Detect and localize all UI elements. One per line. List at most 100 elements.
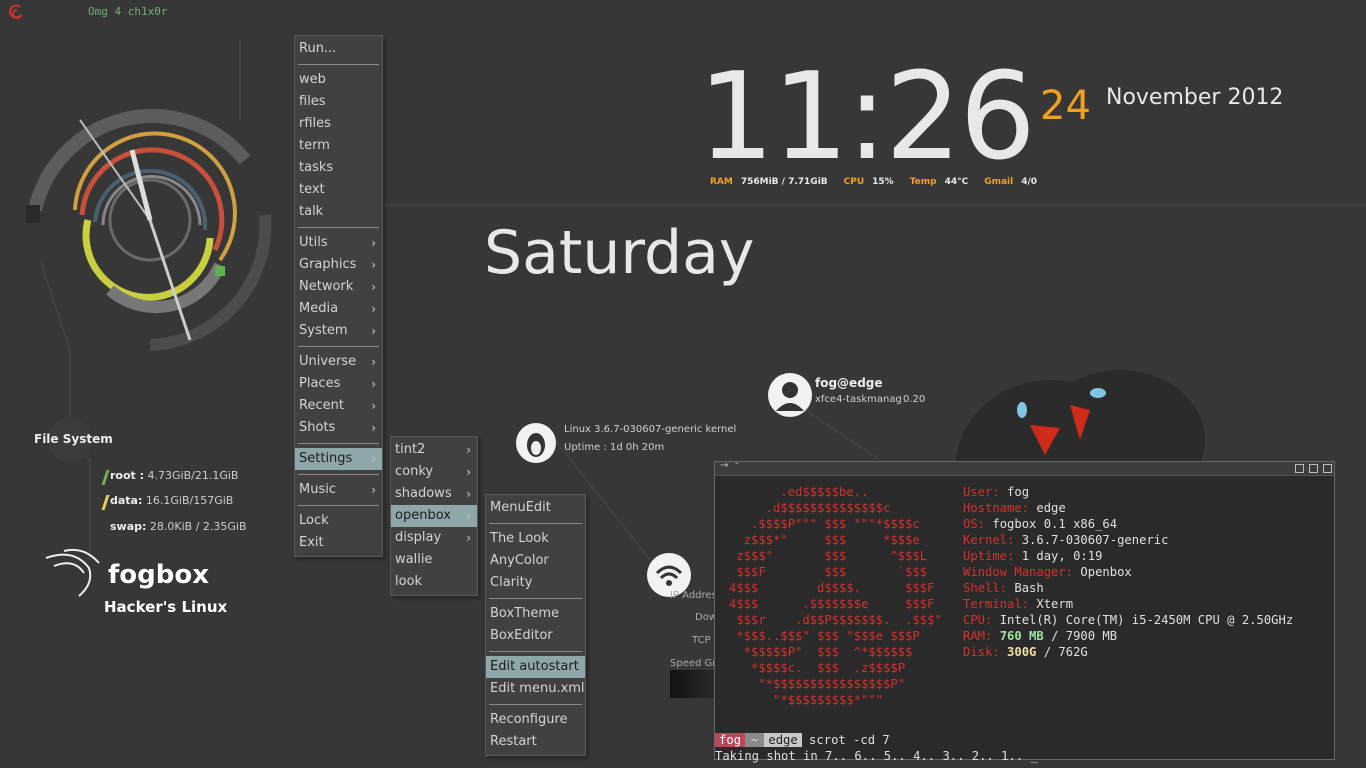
sysinfo-line: Window Manager: Openbox [963,564,1132,580]
sysinfo-key: Hostname: [963,501,1030,515]
root-menu-item-system[interactable]: System [295,320,382,342]
sysinfo-value: fog [999,485,1030,499]
top-process: xfce4-taskmanag [815,394,902,405]
openbox-menu-item-restart[interactable]: Restart [486,731,585,753]
openbox-menu-item-menuedit[interactable]: MenuEdit [486,497,585,519]
terminal-minimize-hint-icon[interactable]: - [735,458,739,469]
clock-day: 24 [1040,83,1091,129]
weekday: Saturday [484,218,755,288]
terminal-command: scrot -cd 7 [801,733,890,747]
sysinfo-value: Openbox [1073,565,1132,579]
openbox-menu-item-edit-menu-xml[interactable]: Edit menu.xml [486,678,585,700]
fs-row-data: data: 16.1GiB/157GiB [101,494,233,510]
stat-temp-label: Temp [909,177,937,187]
root-menu-item-term[interactable]: term [295,135,382,157]
sysinfo-value-highlight: 300G [1007,645,1037,659]
stat-gmail-label: Gmail [984,177,1014,187]
sysinfo-value-rest: / 762G [1036,645,1088,659]
root-menu-item-lock[interactable]: Lock [295,510,382,532]
load-average: 0.20 [903,394,926,405]
iconify-icon[interactable] [1295,464,1304,473]
root-menu-item-exit[interactable]: Exit [295,532,382,554]
settings-menu-item-tint2[interactable]: tint2 [391,439,477,461]
sysinfo-line: OS: fogbox 0.1 x86_64 [963,516,1117,532]
ascii-logo-line: z$$$" $$$ ^$$$L [729,549,928,563]
settings-menu-item-display[interactable]: display [391,527,477,549]
terminal-output: Taking shot in 7.. 6.. 5.. 4.. 3.. 2.. 1… [715,749,1038,763]
root-menu: Run... web files rfiles term tasks text talk Uti… [294,35,383,557]
stat-cpu-value: 15% [872,177,894,187]
root-menu-item-run[interactable]: Run... [295,38,382,60]
terminal-menu-icon[interactable]: → [720,460,728,471]
root-menu-item-media[interactable]: Media [295,298,382,320]
root-menu-item-settings[interactable]: Settings [295,448,382,470]
sysinfo-key: Uptime: [963,549,1015,563]
root-menu-item-graphics[interactable]: Graphics [295,254,382,276]
menu-separator [489,598,582,599]
root-menu-item-shots[interactable]: Shots [295,417,382,439]
user-avatar-icon [768,373,812,417]
kernel-version: Linux 3.6.7-030607-generic kernel [564,424,737,435]
brand-tagline: Hacker's Linux [104,598,228,616]
root-menu-item-music[interactable]: Music [295,479,382,501]
root-menu-item-talk[interactable]: talk [295,201,382,223]
root-menu-item-utils[interactable]: Utils [295,232,382,254]
openbox-menu-item-edit-autostart[interactable]: Edit autostart [486,656,585,678]
sysinfo-value: edge [1029,501,1066,515]
openbox-menu-item-the-look[interactable]: The Look [486,528,585,550]
openbox-menu-item-anycolor[interactable]: AnyColor [486,550,585,572]
ascii-logo-line: .d$$$$$$$$$$$$$$c [729,501,891,515]
ring-gauge [26,109,272,351]
sysinfo-line: Disk: 300G / 762G [963,644,1088,660]
settings-menu-item-shadows[interactable]: shadows [391,483,477,505]
settings-menu-item-openbox[interactable]: openbox [391,505,477,527]
terminal-window[interactable]: → - .ed$$$$$be.. .d$$$$$$$$$$$$$$c .$$$$… [714,458,1335,763]
sysinfo-line: Kernel: 3.6.7-030607-generic [963,532,1168,548]
debian-swirl-icon[interactable] [8,3,26,21]
fs-swap-value: 28.0KiB / 2.35GiB [149,520,247,533]
sysinfo-line: Uptime: 1 day, 0:19 [963,548,1102,564]
menu-separator [489,651,582,652]
sysinfo-key: OS: [963,517,986,531]
ascii-logo-line: *$$$$c. $$$ .z$$$$P [729,661,906,675]
top-title: Omg 4 ch1x0r [88,5,168,18]
root-menu-item-web[interactable]: web [295,69,382,91]
openbox-menu-item-reconfigure[interactable]: Reconfigure [486,709,585,731]
fs-root-label: root : [110,469,145,482]
sysinfo-value: 3.6.7-030607-generic [1014,533,1169,547]
root-menu-item-network[interactable]: Network [295,276,382,298]
root-menu-item-tasks[interactable]: tasks [295,157,382,179]
filesystem-title: File System [34,432,113,446]
ascii-logo-line: 4$$$ .$$$$$$$e $$$F [729,597,935,611]
clock-month-year: November 2012 [1106,85,1284,110]
openbox-menu-item-boxeditor[interactable]: BoxEditor [486,625,585,647]
root-menu-item-recent[interactable]: Recent [295,395,382,417]
system-uptime: Uptime : 1d 0h 20m [564,442,665,453]
sysinfo-value-highlight: 760 MB [999,629,1044,643]
root-menu-item-files[interactable]: files [295,91,382,113]
settings-menu-item-look[interactable]: look [391,571,477,593]
sysinfo-line: Hostname: edge [963,500,1066,516]
openbox-menu-item-clarity[interactable]: Clarity [486,572,585,594]
maximize-icon[interactable] [1309,464,1318,473]
settings-menu-item-wallie[interactable]: wallie [391,549,477,571]
stat-ram-label: RAM [710,177,733,187]
ascii-logo-line: .ed$$$$$be.. [729,485,869,499]
stat-ram-value: 756MiB / 7.71GiB [740,177,828,187]
openbox-submenu: MenuEdit The Look AnyColor Clarity BoxTheme B… [485,494,586,756]
root-menu-item-text[interactable]: text [295,179,382,201]
sysinfo-value: Xterm [1029,597,1074,611]
stat-temp-value: 44°C [944,177,969,187]
ascii-logo-line: "*$$$$$$$$$$$$$$$$P" [729,677,906,691]
close-icon[interactable] [1323,464,1332,473]
sysinfo-key: Terminal: [963,597,1030,611]
openbox-menu-item-boxtheme[interactable]: BoxTheme [486,603,585,625]
fs-row-swap: swap: 28.0KiB / 2.35GiB [110,520,247,533]
root-menu-item-rfiles[interactable]: rfiles [295,113,382,135]
dragon-logo-icon [44,548,104,598]
settings-menu-item-conky[interactable]: conky [391,461,477,483]
terminal-titlebar[interactable]: → - [715,458,1334,476]
root-menu-item-places[interactable]: Places [295,373,382,395]
sysinfo-key: User: [963,485,1000,499]
root-menu-item-universe[interactable]: Universe [295,351,382,373]
